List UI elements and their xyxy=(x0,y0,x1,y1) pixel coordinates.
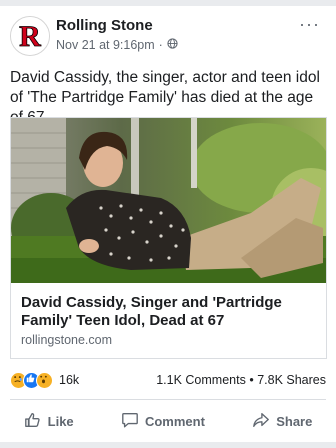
page-avatar[interactable]: R xyxy=(10,16,50,56)
like-button[interactable]: Like xyxy=(24,411,74,432)
comments-shares: 1.1K Comments • 7.8K Shares xyxy=(156,373,326,387)
share-button[interactable]: Share xyxy=(252,411,312,432)
stats-dot: • xyxy=(249,373,254,387)
meta-separator: · xyxy=(158,38,163,52)
engagement-stats: 16k 1.1K Comments • 7.8K Shares xyxy=(10,370,326,390)
comments-count[interactable]: 1.1K Comments xyxy=(156,373,246,387)
link-domain: rollingstone.com xyxy=(21,333,113,347)
actions-divider xyxy=(10,399,326,400)
post-actions: Like Comment Share xyxy=(0,406,336,436)
comment-button[interactable]: Comment xyxy=(121,411,205,432)
share-arrow-icon xyxy=(252,411,270,432)
link-preview-card[interactable]: David Cassidy, Singer and 'Partridge Fam… xyxy=(10,117,327,359)
link-preview-text: David Cassidy, Singer and 'Partridge Fam… xyxy=(21,294,316,347)
comment-label: Comment xyxy=(144,413,205,429)
svg-text:R: R xyxy=(19,20,41,53)
comment-bubble-icon xyxy=(121,411,139,432)
post-meta: Nov 21 at 9:16pm · xyxy=(56,38,178,52)
wow-reaction-icon xyxy=(36,371,53,389)
link-preview-image xyxy=(11,118,326,283)
more-options-button[interactable]: ··· xyxy=(299,14,320,35)
feed-post: R Rolling Stone Nov 21 at 9:16pm · ··· D… xyxy=(0,6,336,442)
thumbs-up-icon xyxy=(24,411,42,432)
shares-count[interactable]: 7.8K Shares xyxy=(257,373,326,387)
like-label: Like xyxy=(47,413,74,429)
reactions-summary[interactable]: 16k xyxy=(10,371,80,389)
share-label: Share xyxy=(276,413,313,429)
globe-icon xyxy=(167,38,178,52)
reaction-count: 16k xyxy=(59,373,80,387)
link-title[interactable]: David Cassidy, Singer and 'Partridge Fam… xyxy=(21,294,316,330)
post-header: R Rolling Stone Nov 21 at 9:16pm · ··· xyxy=(10,14,326,58)
post-timestamp[interactable]: Nov 21 at 9:16pm xyxy=(56,38,155,52)
page-name[interactable]: Rolling Stone xyxy=(56,17,153,34)
